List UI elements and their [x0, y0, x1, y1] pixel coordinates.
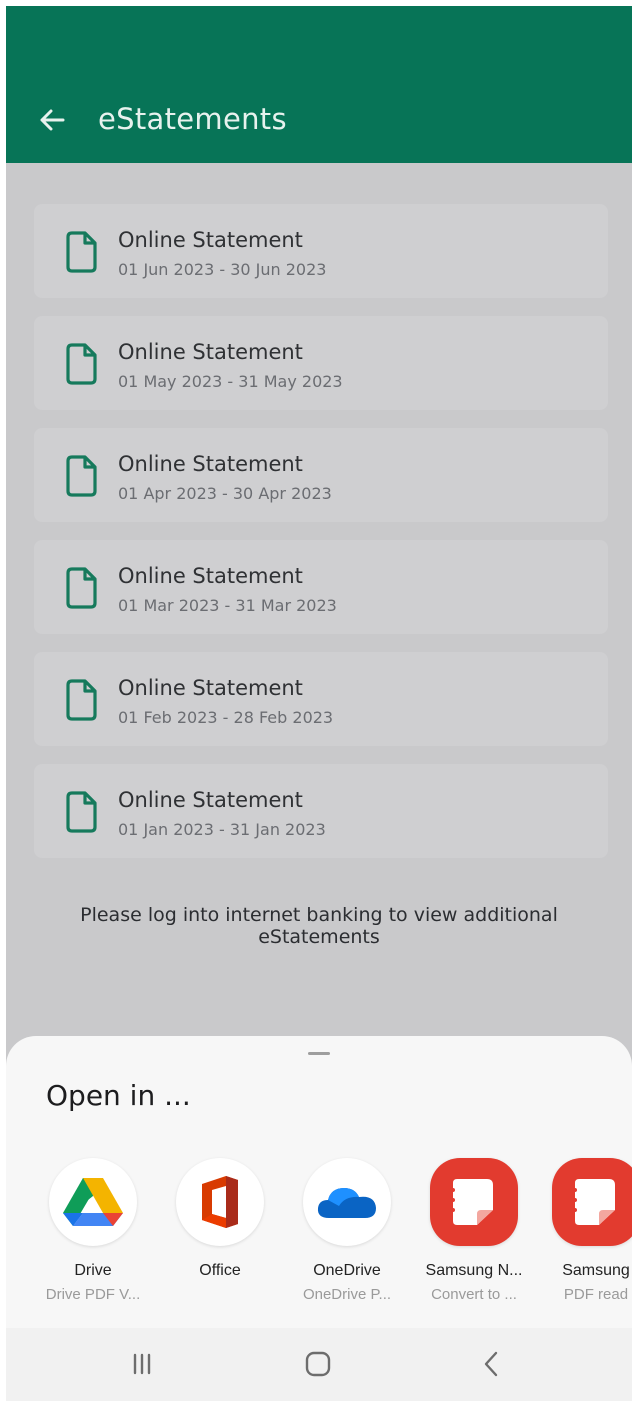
system-nav-bar [6, 1328, 632, 1401]
document-icon [66, 567, 97, 609]
drag-handle[interactable] [308, 1052, 330, 1055]
home-icon [305, 1351, 331, 1377]
statement-item[interactable]: Online Statement 01 Mar 2023 - 31 Mar 20… [34, 540, 608, 634]
app-label: Samsung N... [425, 1262, 523, 1279]
app-option-office[interactable]: Office [160, 1158, 280, 1286]
app-sublabel: PDF read [563, 1286, 629, 1303]
statement-title: Online Statement [118, 340, 303, 364]
app-sublabel: Convert to ... [431, 1286, 517, 1303]
nav-back-icon [484, 1351, 498, 1377]
statement-title: Online Statement [118, 452, 303, 476]
statement-title: Online Statement [118, 676, 303, 700]
app-label: Drive [74, 1262, 112, 1279]
document-icon [66, 231, 97, 273]
samsung-notes-icon [552, 1158, 632, 1246]
app-sublabel: OneDrive P... [302, 1286, 392, 1303]
sheet-title: Open in ... [46, 1079, 191, 1112]
statement-date-range: 01 Jan 2023 - 31 Jan 2023 [118, 820, 326, 839]
document-icon [66, 343, 97, 385]
home-button[interactable] [294, 1346, 342, 1382]
statement-date-range: 01 Mar 2023 - 31 Mar 2023 [118, 596, 337, 615]
statement-item[interactable]: Online Statement 01 Feb 2023 - 28 Feb 20… [34, 652, 608, 746]
screen: eStatements Online Statement 01 Jun 2023… [6, 6, 632, 1401]
app-option-samsung-pdf[interactable]: Samsung PDF read [536, 1158, 632, 1303]
arrow-left-icon [40, 109, 65, 131]
app-sublabel: Drive PDF V... [45, 1286, 141, 1303]
google-drive-icon [49, 1158, 137, 1246]
statement-item[interactable]: Online Statement 01 May 2023 - 31 May 20… [34, 316, 608, 410]
page-title: eStatements [98, 102, 287, 136]
document-icon [66, 791, 97, 833]
app-option-drive[interactable]: Drive Drive PDF V... [33, 1158, 153, 1303]
document-icon [66, 455, 97, 497]
microsoft-office-icon [176, 1158, 264, 1246]
recents-button[interactable] [118, 1346, 166, 1382]
app-label: OneDrive [313, 1262, 381, 1279]
app-option-onedrive[interactable]: OneDrive OneDrive P... [287, 1158, 407, 1303]
samsung-notes-icon [430, 1158, 518, 1246]
statement-date-range: 01 Jun 2023 - 30 Jun 2023 [118, 260, 327, 279]
app-option-samsung-notes[interactable]: Samsung N... Convert to ... [414, 1158, 534, 1303]
statement-item[interactable]: Online Statement 01 Jan 2023 - 31 Jan 20… [34, 764, 608, 858]
back-button[interactable] [32, 100, 72, 140]
nav-back-button[interactable] [468, 1346, 516, 1382]
statement-date-range: 01 Feb 2023 - 28 Feb 2023 [118, 708, 334, 727]
statement-date-range: 01 Apr 2023 - 30 Apr 2023 [118, 484, 332, 503]
onedrive-icon [303, 1158, 391, 1246]
statement-date-range: 01 May 2023 - 31 May 2023 [118, 372, 343, 391]
app-label: Samsung [562, 1262, 630, 1279]
statement-title: Online Statement [118, 228, 303, 252]
statement-title: Online Statement [118, 788, 303, 812]
statement-item[interactable]: Online Statement 01 Jun 2023 - 30 Jun 20… [34, 204, 608, 298]
statement-title: Online Statement [118, 564, 303, 588]
app-bar: eStatements [6, 6, 632, 163]
app-label: Office [199, 1262, 241, 1279]
document-icon [66, 679, 97, 721]
recents-icon [133, 1353, 151, 1375]
info-message: Please log into internet banking to view… [80, 904, 558, 948]
statement-item[interactable]: Online Statement 01 Apr 2023 - 30 Apr 20… [34, 428, 608, 522]
